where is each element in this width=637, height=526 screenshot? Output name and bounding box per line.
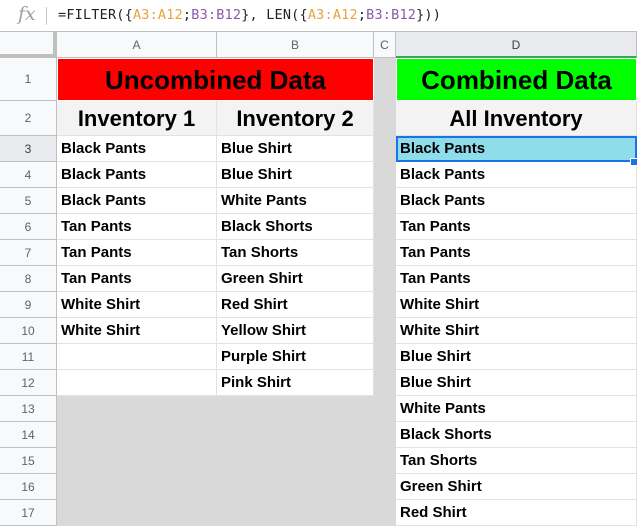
cell-a3[interactable]: Black Pants	[57, 136, 217, 162]
formula-text: =FILTER({	[58, 7, 133, 23]
cell-d15[interactable]: Tan Shorts	[396, 448, 637, 474]
cell-b7[interactable]: Tan Shorts	[217, 240, 374, 266]
cell-d5[interactable]: Black Pants	[396, 188, 637, 214]
formula-input[interactable]: =FILTER({A3:A12;B3:B12}, LEN({A3:A12;B3:…	[58, 7, 441, 23]
column-c-region	[374, 58, 396, 526]
select-all-corner[interactable]	[0, 32, 57, 58]
row-header-14[interactable]: 14	[0, 422, 57, 448]
cell-a6[interactable]: Tan Pants	[57, 214, 217, 240]
row-header-15[interactable]: 15	[0, 448, 57, 474]
cell-b10[interactable]: Yellow Shirt	[217, 318, 374, 344]
cell-d14[interactable]: Black Shorts	[396, 422, 637, 448]
cell-a7[interactable]: Tan Pants	[57, 240, 217, 266]
row-header-6[interactable]: 6	[0, 214, 57, 240]
cell-d3[interactable]: Black Pants	[396, 136, 637, 162]
formula-range-ref: B3:B12	[191, 7, 242, 23]
cell-a8[interactable]: Tan Pants	[57, 266, 217, 292]
formula-range-ref: A3:A12	[307, 7, 358, 23]
row-header-17[interactable]: 17	[0, 500, 57, 526]
empty-region	[57, 396, 374, 526]
cell-d10[interactable]: White Shirt	[396, 318, 637, 344]
formula-text: ;	[182, 7, 192, 23]
row-header-10[interactable]: 10	[0, 318, 57, 344]
cell-a5[interactable]: Black Pants	[57, 188, 217, 214]
formula-bar: fx =FILTER({A3:A12;B3:B12}, LEN({A3:A12;…	[0, 0, 637, 32]
row-header-5[interactable]: 5	[0, 188, 57, 214]
row-header-4[interactable]: 4	[0, 162, 57, 188]
cell-d6[interactable]: Tan Pants	[396, 214, 637, 240]
cell-a11[interactable]	[57, 344, 217, 370]
formula-separator	[46, 7, 47, 25]
formula-text: }, LEN({	[241, 7, 308, 23]
uncombined-data-header[interactable]: Uncombined Data	[57, 58, 374, 101]
cell-d8[interactable]: Tan Pants	[396, 266, 637, 292]
row-header-8[interactable]: 8	[0, 266, 57, 292]
combined-data-header[interactable]: Combined Data	[396, 58, 637, 101]
row-header-9[interactable]: 9	[0, 292, 57, 318]
row-header-2[interactable]: 2	[0, 101, 57, 136]
column-header-c[interactable]: C	[374, 32, 396, 58]
header-inventory1[interactable]: Inventory 1	[57, 101, 217, 136]
cell-d9[interactable]: White Shirt	[396, 292, 637, 318]
row-header-12[interactable]: 12	[0, 370, 57, 396]
formula-text: }))	[416, 7, 442, 23]
cell-b12[interactable]: Pink Shirt	[217, 370, 374, 396]
formula-range-ref: B3:B12	[366, 7, 417, 23]
column-header-a[interactable]: A	[57, 32, 217, 58]
column-header-d[interactable]: D	[396, 32, 637, 58]
cell-d12[interactable]: Blue Shirt	[396, 370, 637, 396]
cell-d13[interactable]: White Pants	[396, 396, 637, 422]
cell-b3[interactable]: Blue Shirt	[217, 136, 374, 162]
formula-text: ;	[357, 7, 367, 23]
cell-b4[interactable]: Blue Shirt	[217, 162, 374, 188]
fill-handle[interactable]	[630, 158, 637, 166]
cell-a4[interactable]: Black Pants	[57, 162, 217, 188]
cell-d7[interactable]: Tan Pants	[396, 240, 637, 266]
cell-b9[interactable]: Red Shirt	[217, 292, 374, 318]
fx-icon: fx	[18, 3, 36, 25]
cell-a10[interactable]: White Shirt	[57, 318, 217, 344]
column-header-b[interactable]: B	[217, 32, 374, 58]
cell-d11[interactable]: Blue Shirt	[396, 344, 637, 370]
row-header-3[interactable]: 3	[0, 136, 57, 162]
cell-b8[interactable]: Green Shirt	[217, 266, 374, 292]
cell-b11[interactable]: Purple Shirt	[217, 344, 374, 370]
row-header-13[interactable]: 13	[0, 396, 57, 422]
cell-b5[interactable]: White Pants	[217, 188, 374, 214]
row-header-11[interactable]: 11	[0, 344, 57, 370]
formula-range-ref: A3:A12	[132, 7, 183, 23]
row-header-16[interactable]: 16	[0, 474, 57, 500]
header-inventory2[interactable]: Inventory 2	[217, 101, 374, 136]
cell-a9[interactable]: White Shirt	[57, 292, 217, 318]
header-all-inventory[interactable]: All Inventory	[396, 101, 637, 136]
row-header-1[interactable]: 1	[0, 58, 57, 101]
cell-d4[interactable]: Black Pants	[396, 162, 637, 188]
cell-b6[interactable]: Black Shorts	[217, 214, 374, 240]
cell-a12[interactable]	[57, 370, 217, 396]
cell-d16[interactable]: Green Shirt	[396, 474, 637, 500]
cell-d17[interactable]: Red Shirt	[396, 500, 637, 526]
row-header-7[interactable]: 7	[0, 240, 57, 266]
